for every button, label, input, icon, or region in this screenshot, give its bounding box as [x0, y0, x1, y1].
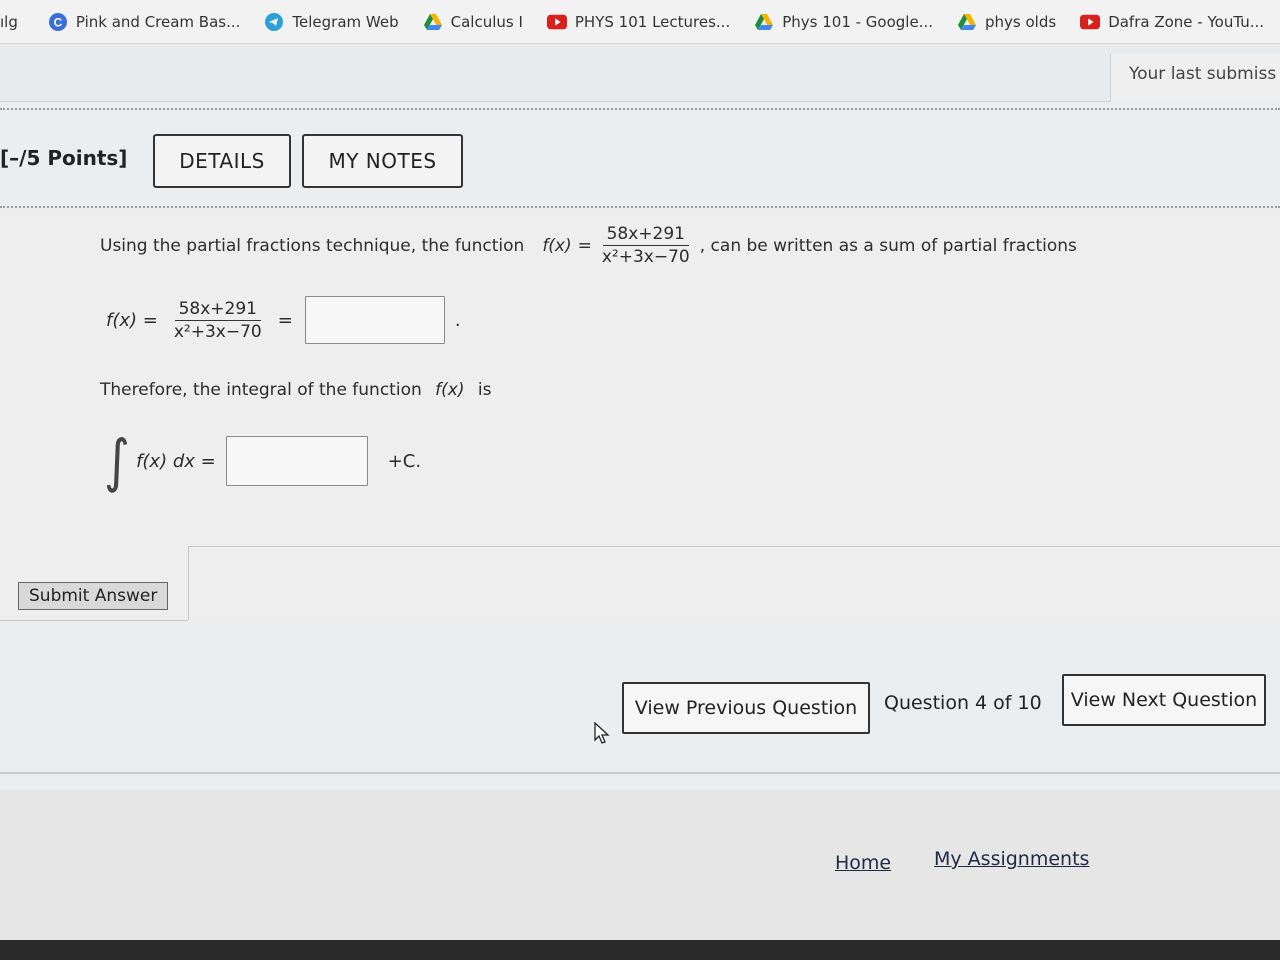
partial-fraction-row: f(x) = 58x+291 x²+3x−70 = . — [106, 296, 461, 344]
integral-row: ∫ f(x) dx = +C. — [104, 432, 422, 490]
integral-sign: ∫ — [104, 427, 131, 495]
divider — [188, 546, 1280, 547]
integrand: f(x) dx = — [136, 450, 216, 472]
telegram-icon — [264, 12, 284, 32]
fraction-denominator: x²+3x−70 — [173, 321, 262, 342]
integral-answer-input[interactable] — [225, 436, 368, 486]
fraction-denominator: x²+3x−70 — [601, 247, 690, 267]
bookmark-item-phys101-google[interactable]: Phys 101 - Google... — [742, 12, 945, 32]
fraction-numerator: 58x+291 — [174, 299, 261, 321]
youtube-icon — [546, 12, 567, 32]
bookmark-item-dafra-zone[interactable]: Dafra Zone - YouTu... — [1068, 12, 1276, 32]
google-drive-icon — [957, 12, 977, 32]
fraction: 58x+291 x²+3x−70 — [598, 224, 694, 267]
last-submission-label: Your last submiss — [1110, 54, 1280, 102]
screen-bezel — [0, 940, 1280, 960]
question-panel: Using the partial fractions technique, t… — [0, 210, 1280, 622]
bookmark-item-phys-olds[interactable]: phys olds — [945, 12, 1068, 32]
points-label: [–/5 Points] — [0, 146, 128, 170]
submit-answer-button[interactable]: Submit Answer — [18, 582, 169, 610]
my-notes-button[interactable]: MY NOTES — [302, 134, 463, 188]
bookmark-item-calculus[interactable]: Calculus I — [411, 12, 535, 32]
plus-c: +C. — [387, 450, 422, 472]
footer: Home My Assignments — [0, 790, 1280, 940]
integral-prompt: Therefore, the integral of the function … — [100, 380, 492, 400]
question-prompt: Using the partial fractions technique, t… — [100, 224, 1077, 267]
assignment-header-strip: Your last submiss — [0, 44, 1280, 102]
view-previous-question-button[interactable]: View Previous Question — [622, 682, 870, 734]
youtube-icon — [1080, 12, 1101, 32]
question-navigation: View Previous Question Question 4 of 10 … — [0, 672, 1280, 742]
partial-fractions-answer-input[interactable] — [304, 296, 445, 344]
mouse-pointer-icon — [594, 721, 610, 748]
google-drive-icon — [423, 12, 443, 32]
bookmark-item-telegram[interactable]: Telegram Web — [252, 12, 410, 32]
fraction: 58x+291 x²+3x−70 — [170, 299, 266, 342]
my-assignments-link[interactable]: My Assignments — [934, 848, 1089, 870]
bookmark-item-phys101-lectures[interactable]: PHYS 101 Lectures... — [535, 12, 742, 32]
divider — [0, 206, 1280, 208]
divider — [188, 546, 189, 620]
google-drive-icon — [754, 12, 774, 32]
divider — [0, 772, 1280, 774]
question-toolbar: [–/5 Points] DETAILS MY NOTES — [0, 134, 1280, 190]
fraction-numerator: 58x+291 — [602, 224, 689, 246]
bookmark-item-pink-cream[interactable]: C Pink and Cream Bas... — [36, 12, 253, 32]
bookmark-item-overflow[interactable] — [1276, 12, 1280, 32]
view-next-question-button[interactable]: View Next Question — [1062, 674, 1266, 726]
bookmark-stub[interactable]: ılg — [0, 13, 36, 31]
divider — [0, 620, 188, 621]
question-counter: Question 4 of 10 — [884, 692, 1042, 714]
home-link[interactable]: Home — [835, 852, 891, 874]
function-name: f(x) — [542, 235, 572, 256]
svg-text:C: C — [54, 15, 63, 29]
canva-icon: C — [48, 12, 68, 32]
divider — [0, 108, 1280, 110]
details-button[interactable]: DETAILS — [153, 134, 291, 188]
bookmarks-bar: ılg C Pink and Cream Bas... Telegram Web… — [0, 0, 1280, 44]
